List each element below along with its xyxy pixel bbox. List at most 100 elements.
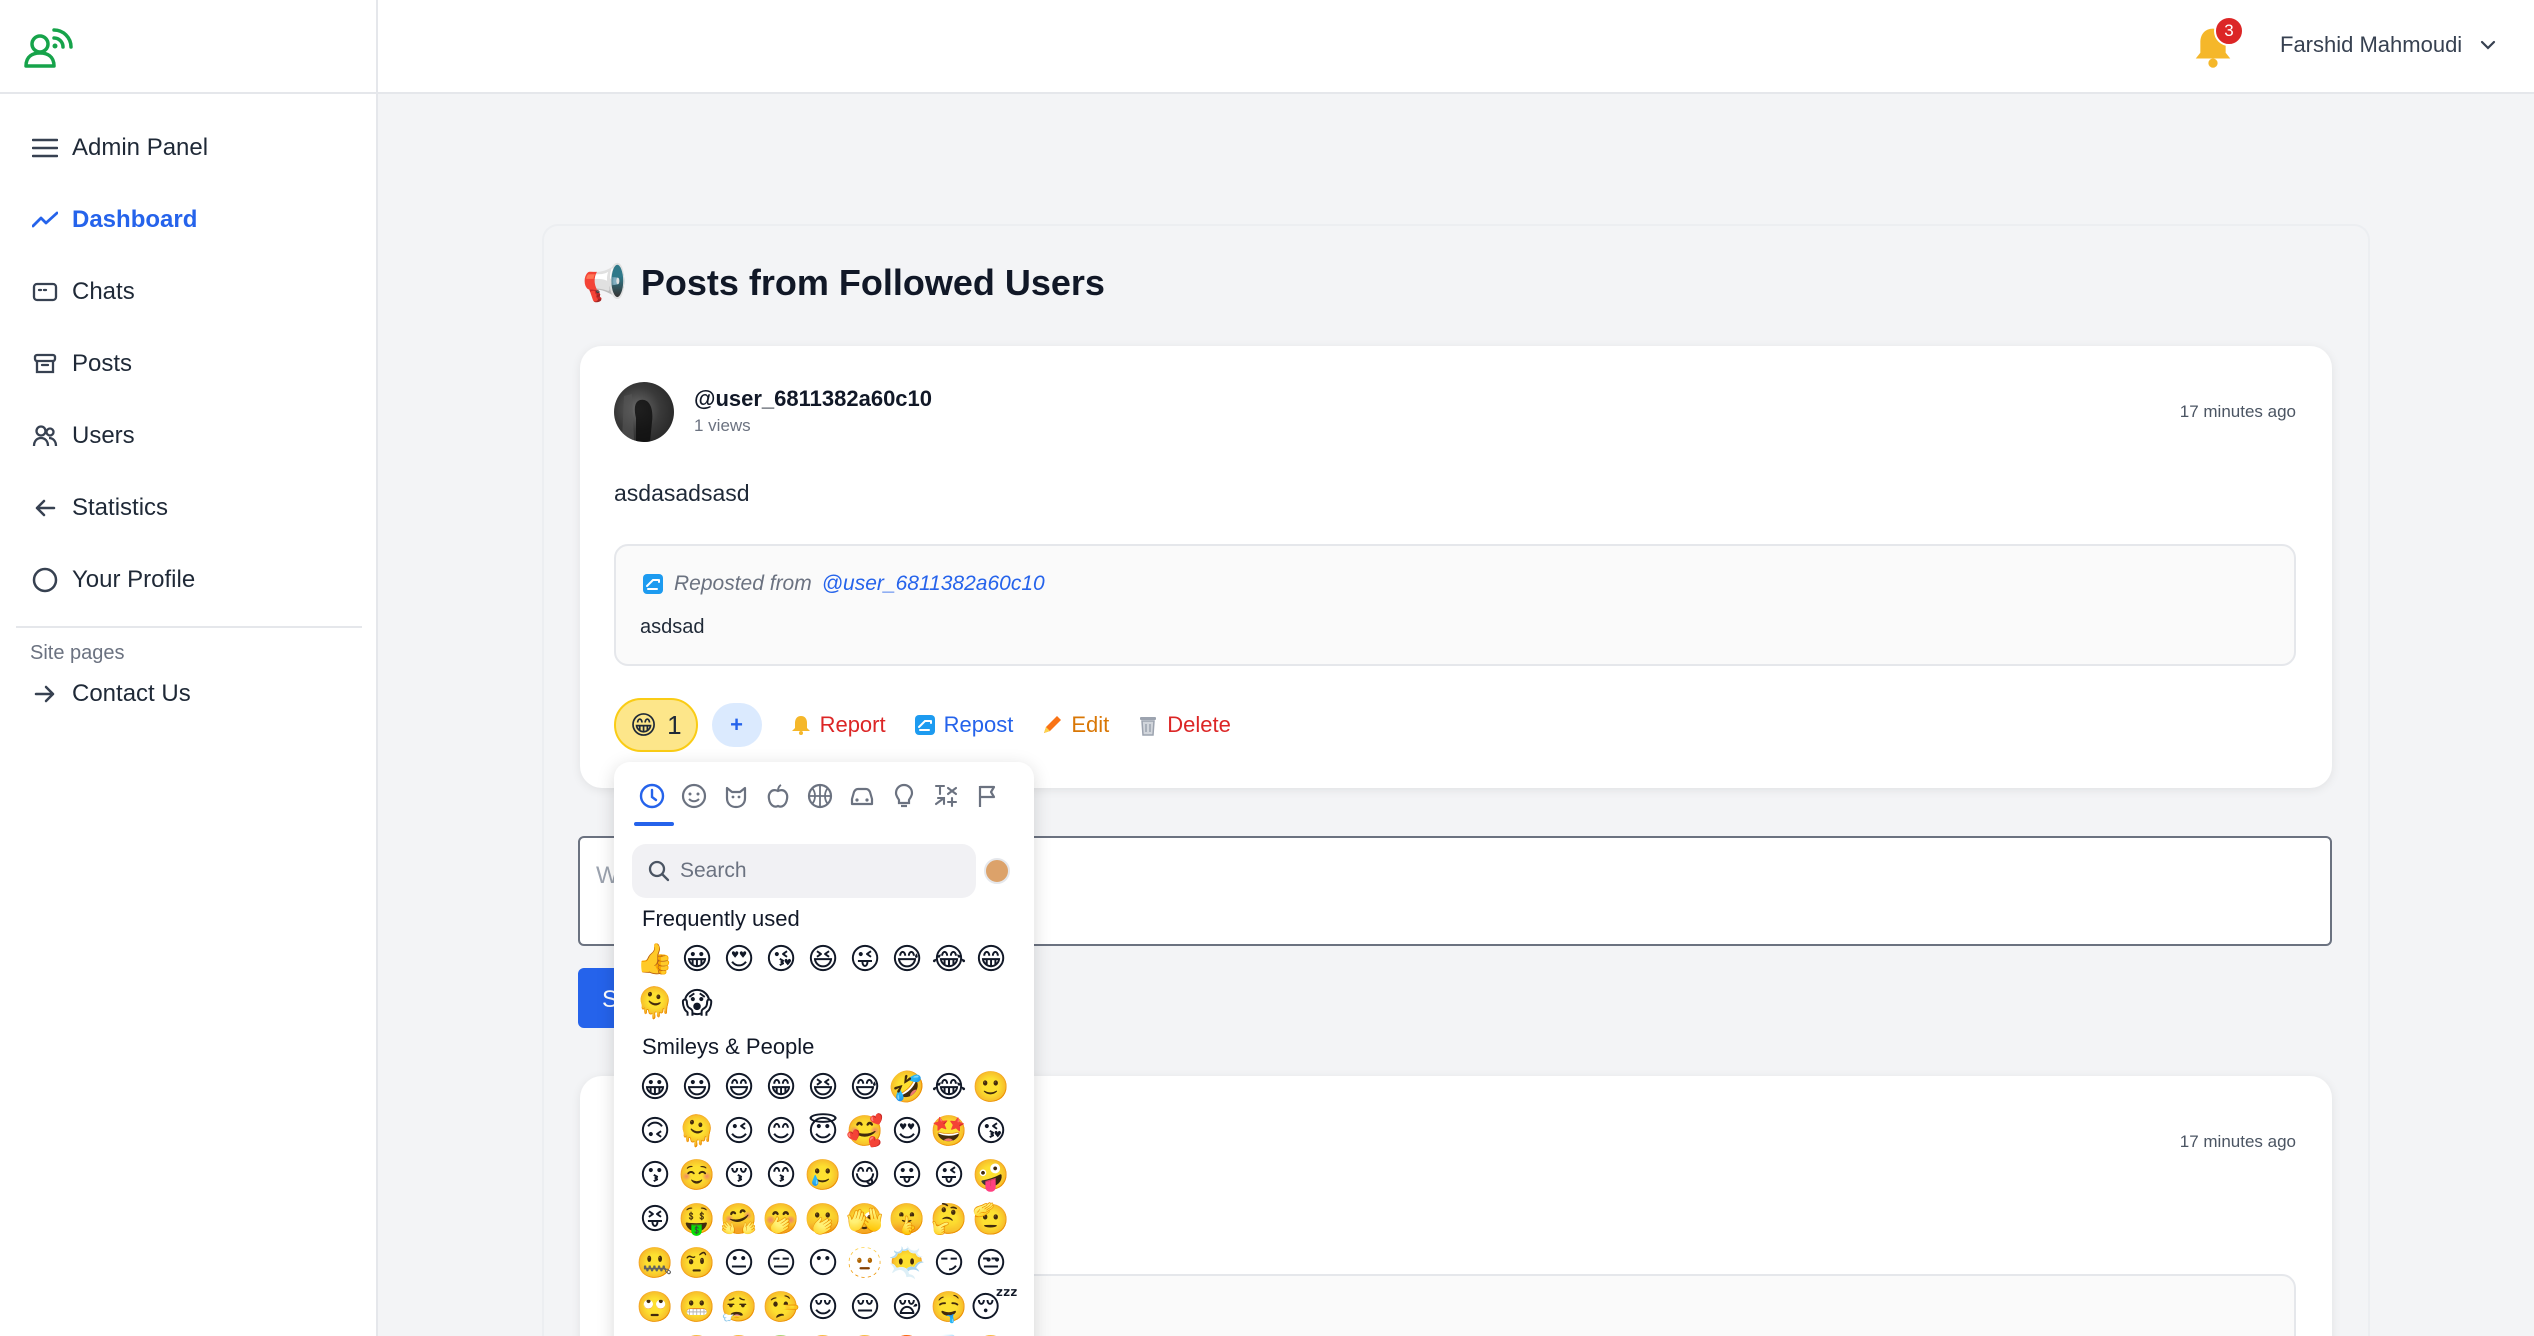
emoji-option[interactable]: 😮‍💨	[718, 1290, 760, 1326]
emoji-option[interactable]: 🫠	[634, 986, 676, 1022]
emoji-option[interactable]: 😂	[928, 1070, 970, 1106]
emoji-option[interactable]: 🤪	[970, 1158, 1012, 1194]
edit-button[interactable]: Edit	[1041, 712, 1109, 738]
emoji-option[interactable]: 😔	[844, 1290, 886, 1326]
emoji-option[interactable]: 😊	[760, 1114, 802, 1150]
emoji-option[interactable]: 😍	[886, 1114, 928, 1150]
emoji-option[interactable]: 😅	[886, 942, 928, 978]
emoji-option[interactable]: 😜	[928, 1158, 970, 1194]
emoji-option[interactable]: 🤔	[928, 1202, 970, 1238]
emoji-option[interactable]: 😑	[760, 1246, 802, 1282]
emoji-option[interactable]: 😌	[802, 1290, 844, 1326]
emoji-option[interactable]: 😛	[886, 1158, 928, 1194]
emoji-option[interactable]: 👍	[634, 942, 676, 978]
repost-author-link[interactable]: @user_6811382a60c10	[822, 572, 1045, 596]
symbols-icon[interactable]	[930, 780, 962, 812]
sports-icon[interactable]	[804, 780, 836, 812]
emoji-option[interactable]: 🤣	[886, 1070, 928, 1106]
sidebar-item-contact-us[interactable]: Contact Us	[0, 665, 378, 723]
sidebar-item-label: Users	[72, 422, 135, 449]
emoji-option[interactable]: 🫡	[970, 1202, 1012, 1238]
emoji-option[interactable]: 😶‍🌫️	[886, 1246, 928, 1282]
emoji-option[interactable]: 😙	[760, 1158, 802, 1194]
sidebar-item-posts[interactable]: Posts	[0, 328, 378, 400]
emoji-option[interactable]: 🤭	[760, 1202, 802, 1238]
sidebar-item-label: Your Profile	[72, 566, 196, 593]
sidebar-item-users[interactable]: Users	[0, 400, 378, 472]
lightbulb-icon[interactable]	[888, 780, 920, 812]
smiley-icon[interactable]	[678, 780, 710, 812]
emoji-option[interactable]: 😶	[802, 1246, 844, 1282]
post-card: @user_6811382a60c10 1 views 17 minutes a…	[580, 346, 2332, 788]
emoji-option[interactable]: 😀	[676, 942, 718, 978]
user-menu[interactable]: Farshid Mahmoudi	[2280, 32, 2496, 58]
sidebar-item-statistics[interactable]: Statistics	[0, 472, 378, 544]
emoji-option[interactable]: 🫢	[802, 1202, 844, 1238]
emoji-option[interactable]: 😋	[844, 1158, 886, 1194]
circle-icon	[30, 565, 60, 595]
emoji-option[interactable]: 🤗	[718, 1202, 760, 1238]
emoji-option[interactable]: 🥰	[844, 1114, 886, 1150]
sidebar-item-your-profile[interactable]: Your Profile	[0, 544, 378, 616]
car-icon[interactable]	[846, 780, 878, 812]
emoji-option[interactable]: 🙃	[634, 1114, 676, 1150]
food-icon[interactable]	[762, 780, 794, 812]
flag-icon[interactable]	[972, 780, 1004, 812]
emoji-option[interactable]: 🤤	[928, 1290, 970, 1326]
clock-icon[interactable]	[636, 780, 668, 812]
emoji-option[interactable]: ☺️	[676, 1158, 718, 1194]
emoji-option[interactable]: 🤥	[760, 1290, 802, 1326]
emoji-option[interactable]: 🙄	[634, 1290, 676, 1326]
emoji-option[interactable]: 🤨	[676, 1246, 718, 1282]
emoji-option[interactable]: 😬	[676, 1290, 718, 1326]
emoji-option[interactable]: 😒	[970, 1246, 1012, 1282]
emoji-option[interactable]: 😱	[676, 986, 718, 1022]
emoji-option[interactable]: 😃	[676, 1070, 718, 1106]
emoji-option[interactable]: 🤑	[676, 1202, 718, 1238]
emoji-option[interactable]: 😁	[760, 1070, 802, 1106]
emoji-option[interactable]: 🫠	[676, 1114, 718, 1150]
emoji-option[interactable]: 😚	[718, 1158, 760, 1194]
emoji-option[interactable]: 😘	[760, 942, 802, 978]
report-button[interactable]: Report	[790, 712, 886, 738]
emoji-search-input[interactable]: Search	[632, 844, 976, 898]
emoji-option[interactable]: 😜	[844, 942, 886, 978]
emoji-option[interactable]: 😁	[970, 942, 1012, 978]
emoji-option[interactable]: 🥲	[802, 1158, 844, 1194]
emoji-option[interactable]: 😀	[634, 1070, 676, 1106]
skin-tone-button[interactable]	[984, 858, 1010, 884]
emoji-option[interactable]: 🫥	[844, 1246, 886, 1282]
emoji-option[interactable]: 😇	[802, 1114, 844, 1150]
sidebar-item-admin-panel[interactable]: Admin Panel	[0, 112, 378, 184]
avatar[interactable]	[614, 382, 674, 442]
emoji-option[interactable]: 😅	[844, 1070, 886, 1106]
emoji-option[interactable]: 😉	[718, 1114, 760, 1150]
add-reaction-button[interactable]: +	[711, 703, 762, 747]
emoji-option[interactable]: 😗	[634, 1158, 676, 1194]
sidebar-item-chats[interactable]: Chats	[0, 256, 378, 328]
repost-button[interactable]: Repost	[914, 712, 1013, 738]
emoji-option[interactable]: 🤫	[886, 1202, 928, 1238]
emoji-option[interactable]: 😆	[802, 1070, 844, 1106]
emoji-option[interactable]: 🫣	[844, 1202, 886, 1238]
reaction-button[interactable]: 😁 1	[614, 698, 698, 752]
emoji-option[interactable]: 😝	[634, 1202, 676, 1238]
emoji-option[interactable]: 😏	[928, 1246, 970, 1282]
emoji-option[interactable]: 😴	[970, 1290, 1018, 1326]
app-logo-icon[interactable]	[24, 26, 74, 70]
emoji-option[interactable]: 😘	[970, 1114, 1012, 1150]
megaphone-icon: 📢	[582, 262, 627, 303]
emoji-option[interactable]: 😄	[718, 1070, 760, 1106]
emoji-option[interactable]: 😪	[886, 1290, 928, 1326]
emoji-option[interactable]: 😆	[802, 942, 844, 978]
delete-button[interactable]: Delete	[1137, 712, 1231, 738]
animal-icon[interactable]	[720, 780, 752, 812]
emoji-option[interactable]: 😐	[718, 1246, 760, 1282]
emoji-option[interactable]: 😍	[718, 942, 760, 978]
sidebar-item-dashboard[interactable]: Dashboard	[0, 184, 378, 256]
emoji-option[interactable]: 😂	[928, 942, 970, 978]
post-author[interactable]: @user_6811382a60c10	[694, 386, 932, 412]
emoji-option[interactable]: 🤩	[928, 1114, 970, 1150]
emoji-option[interactable]: 🤐	[634, 1246, 676, 1282]
emoji-option[interactable]: 🙂	[970, 1070, 1012, 1106]
